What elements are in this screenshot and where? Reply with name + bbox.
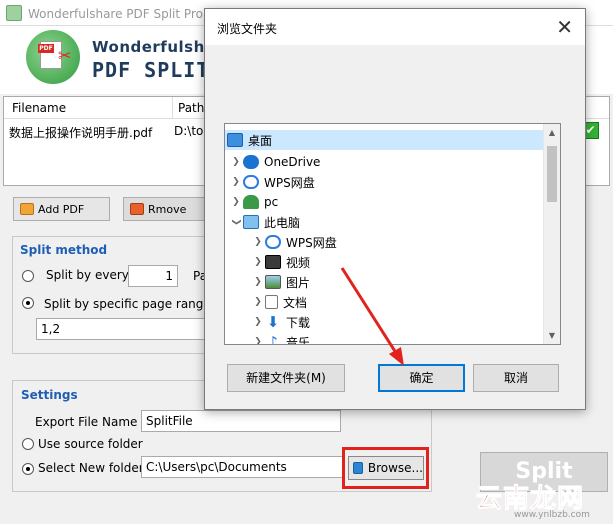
pdf-split-logo-icon: PDF ✂ bbox=[26, 30, 80, 84]
tree-item-user-pc[interactable]: ❯ pc bbox=[225, 192, 278, 212]
picture-icon bbox=[265, 275, 281, 289]
video-film-icon bbox=[265, 255, 281, 269]
user-icon bbox=[243, 195, 259, 209]
split-by-every-label: Split by every bbox=[46, 268, 129, 282]
tree-item-label: WPS网盘 bbox=[286, 235, 337, 250]
chevron-right-icon[interactable]: ❯ bbox=[229, 197, 243, 207]
tree-item-label: pc bbox=[264, 195, 279, 209]
scrollbar-thumb[interactable] bbox=[547, 146, 557, 202]
tree-item-videos[interactable]: ❯ 视频 bbox=[247, 252, 310, 272]
split-method-title: Split method bbox=[20, 243, 108, 257]
tree-scrollbar[interactable]: ▲ ▼ bbox=[543, 124, 560, 344]
select-new-folder-label: Select New folder bbox=[38, 461, 144, 475]
tree-item-label: WPS网盘 bbox=[264, 175, 315, 190]
tree-item-label: 此电脑 bbox=[264, 215, 301, 230]
computer-icon bbox=[243, 215, 259, 229]
tree-item-label: 视频 bbox=[286, 255, 311, 270]
browse-folder-dialog: 浏览文件夹 ✕ 桌面 ❯ OneDrive ❯ WPS网盘 ❯ pc ❯ 此电脑 bbox=[204, 8, 586, 410]
remove-button[interactable]: Rmove bbox=[123, 197, 209, 221]
tree-item-label: OneDrive bbox=[264, 155, 321, 169]
chevron-right-icon[interactable]: ❯ bbox=[229, 177, 243, 187]
tree-item-label: 桌面 bbox=[248, 133, 273, 148]
settings-title: Settings bbox=[21, 388, 78, 402]
page-ranges-input[interactable]: 1,2 bbox=[36, 318, 208, 340]
chevron-right-icon[interactable]: ❯ bbox=[229, 157, 243, 167]
document-icon bbox=[265, 295, 278, 309]
add-file-icon bbox=[20, 203, 34, 215]
watermark: 云南龙网 www.ynlbzb.com bbox=[470, 478, 612, 522]
app-icon bbox=[6, 5, 22, 21]
wps-cloud-icon bbox=[243, 175, 259, 189]
chevron-right-icon[interactable]: ❯ bbox=[251, 297, 265, 307]
scroll-down-icon[interactable]: ▼ bbox=[544, 327, 560, 344]
tree-item-music[interactable]: ❯ ♪ 音乐 bbox=[247, 332, 310, 345]
watermark-url: www.ynlbzb.com bbox=[514, 510, 590, 520]
export-file-name-input[interactable]: SplitFile bbox=[141, 410, 341, 432]
remove-file-icon bbox=[130, 203, 144, 215]
tree-item-onedrive[interactable]: ❯ OneDrive bbox=[225, 152, 320, 172]
column-header-filename[interactable]: Filename bbox=[12, 101, 66, 115]
tree-item-documents[interactable]: ❯ 文档 bbox=[247, 292, 307, 312]
dialog-titlebar: 浏览文件夹 ✕ bbox=[205, 9, 585, 45]
tree-item-label: 图片 bbox=[286, 275, 311, 290]
use-source-folder-label: Use source folder bbox=[38, 437, 143, 451]
chevron-down-icon[interactable]: ❯ bbox=[231, 215, 241, 229]
use-source-folder-radio[interactable] bbox=[22, 438, 34, 450]
browse-highlight-box bbox=[342, 447, 429, 489]
split-by-every-radio[interactable] bbox=[22, 270, 34, 282]
download-arrow-icon: ⬇ bbox=[266, 313, 280, 331]
ok-button[interactable]: 确定 bbox=[378, 364, 465, 392]
file-name-cell: 数据上报操作说明手册.pdf bbox=[9, 126, 153, 140]
desktop-icon bbox=[227, 133, 243, 147]
cloud-icon bbox=[243, 155, 259, 169]
add-pdf-button[interactable]: Add PDF bbox=[13, 197, 110, 221]
folder-tree[interactable]: 桌面 ❯ OneDrive ❯ WPS网盘 ❯ pc ❯ 此电脑 ❯ WPS网盘 bbox=[224, 123, 561, 345]
tree-item-label: 音乐 bbox=[286, 335, 311, 345]
select-new-folder-radio[interactable] bbox=[22, 463, 34, 475]
cancel-button[interactable]: 取消 bbox=[473, 364, 559, 392]
file-path-cell: D:\to bbox=[174, 124, 204, 138]
tree-item-downloads[interactable]: ❯ ⬇ 下载 bbox=[247, 312, 310, 332]
tree-item-desktop[interactable]: 桌面 bbox=[225, 130, 545, 150]
export-file-name-label: Export File Name bbox=[35, 415, 138, 429]
chevron-right-icon[interactable]: ❯ bbox=[251, 317, 265, 327]
chevron-right-icon[interactable]: ❯ bbox=[251, 237, 265, 247]
column-header-path[interactable]: Path bbox=[178, 101, 204, 115]
tree-item-wps-drive-sub[interactable]: ❯ WPS网盘 bbox=[247, 232, 337, 252]
product-name: PDF SPLIT bbox=[92, 58, 210, 82]
add-pdf-label: Add PDF bbox=[38, 202, 85, 216]
tree-item-label: 下载 bbox=[286, 315, 311, 330]
tree-item-this-pc[interactable]: ❯ 此电脑 bbox=[225, 212, 300, 232]
split-by-ranges-label: Split by specific page ranges t bbox=[44, 297, 226, 311]
wps-cloud-icon bbox=[265, 235, 281, 249]
output-folder-input[interactable]: C:\Users\pc\Documents bbox=[141, 456, 345, 478]
tree-item-wps-drive[interactable]: ❯ WPS网盘 bbox=[225, 172, 315, 192]
chevron-right-icon[interactable]: ❯ bbox=[251, 277, 265, 287]
chevron-right-icon[interactable]: ❯ bbox=[251, 337, 265, 344]
close-icon[interactable]: ✕ bbox=[556, 15, 573, 39]
dialog-title: 浏览文件夹 bbox=[217, 22, 278, 36]
music-note-icon: ♪ bbox=[268, 333, 278, 345]
remove-label: Rmove bbox=[148, 202, 187, 216]
scroll-up-icon[interactable]: ▲ bbox=[544, 124, 560, 141]
tree-item-pictures[interactable]: ❯ 图片 bbox=[247, 272, 310, 292]
new-folder-button[interactable]: 新建文件夹(M) bbox=[227, 364, 345, 392]
split-by-ranges-radio[interactable] bbox=[22, 297, 34, 309]
tree-item-label: 文档 bbox=[283, 295, 308, 310]
split-every-pages-input[interactable]: 1 bbox=[128, 265, 178, 287]
chevron-right-icon[interactable]: ❯ bbox=[251, 257, 265, 267]
